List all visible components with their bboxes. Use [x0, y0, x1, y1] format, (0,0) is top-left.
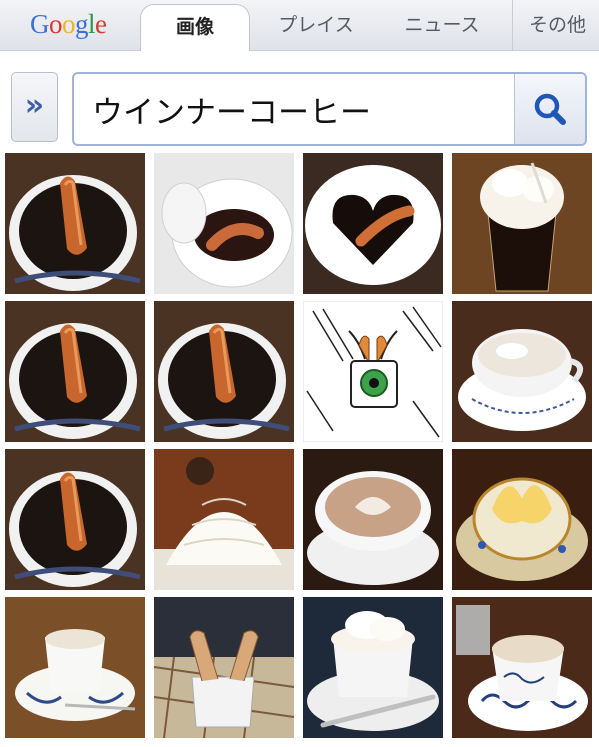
tab-news[interactable]: ニュース	[380, 0, 504, 50]
result-thumbnail[interactable]	[5, 153, 145, 294]
result-thumbnail[interactable]	[303, 597, 443, 738]
result-thumbnail[interactable]	[154, 153, 294, 294]
top-nav-bar: Google 画像 プレイス ニュース その他	[0, 0, 599, 51]
search-row: »	[0, 51, 599, 149]
tab-places-label: プレイス	[278, 14, 354, 36]
google-logo[interactable]: Google	[30, 6, 107, 42]
sketch-cup-eye-image	[303, 301, 443, 442]
latte-art-image	[303, 449, 443, 590]
logo-letter: o	[62, 9, 76, 39]
whipped-cream-float-image	[452, 153, 592, 294]
tab-divider	[512, 0, 513, 50]
tab-places[interactable]: プレイス	[256, 0, 376, 50]
result-thumbnail[interactable]	[5, 449, 145, 590]
tab-images[interactable]: 画像	[140, 4, 250, 51]
expand-menu-button[interactable]: »	[11, 72, 58, 142]
result-thumbnail[interactable]	[303, 449, 443, 590]
logo-letter: l	[88, 9, 96, 39]
result-thumbnail[interactable]	[452, 153, 592, 294]
magnifier-icon	[534, 93, 566, 125]
result-thumbnail[interactable]	[303, 153, 443, 294]
result-thumbnail[interactable]	[5, 597, 145, 738]
search-input[interactable]	[74, 74, 514, 144]
hands-in-cup-image	[154, 597, 294, 738]
result-thumbnail[interactable]	[154, 449, 294, 590]
logo-letter: g	[75, 9, 89, 39]
cream-coffee-floral-image	[452, 301, 592, 442]
image-results-grid	[0, 150, 599, 747]
latte-floral-cup-image	[452, 597, 592, 738]
double-chevron-right-icon: »	[24, 88, 45, 123]
result-thumbnail[interactable]	[452, 597, 592, 738]
logo-letter: o	[49, 9, 63, 39]
logo-letter: G	[30, 9, 50, 39]
whipped-cream-spoon-image	[303, 597, 443, 738]
result-thumbnail[interactable]	[154, 597, 294, 738]
soft-serve-image	[154, 449, 294, 590]
tab-more-label: その他	[528, 14, 586, 36]
tab-more[interactable]: その他	[516, 0, 599, 50]
sausage-coffee-image	[5, 153, 145, 294]
sausage-coffee-image	[5, 301, 145, 442]
result-thumbnail[interactable]	[154, 301, 294, 442]
cream-cup-blue-saucer-image	[5, 597, 145, 738]
result-thumbnail[interactable]	[452, 449, 592, 590]
cream-gold-cup-image	[452, 449, 592, 590]
tab-news-label: ニュース	[404, 14, 480, 36]
result-thumbnail[interactable]	[452, 301, 592, 442]
tab-images-label: 画像	[175, 16, 214, 38]
search-button[interactable]	[514, 74, 585, 144]
sausage-coffee-image	[154, 301, 294, 442]
heart-coffee-image	[303, 153, 443, 294]
result-thumbnail[interactable]	[5, 301, 145, 442]
sausage-white-cup-image	[154, 153, 294, 294]
result-thumbnail[interactable]	[303, 301, 443, 442]
logo-letter: e	[95, 9, 107, 39]
search-box	[72, 72, 587, 146]
sausage-coffee-image	[5, 449, 145, 590]
